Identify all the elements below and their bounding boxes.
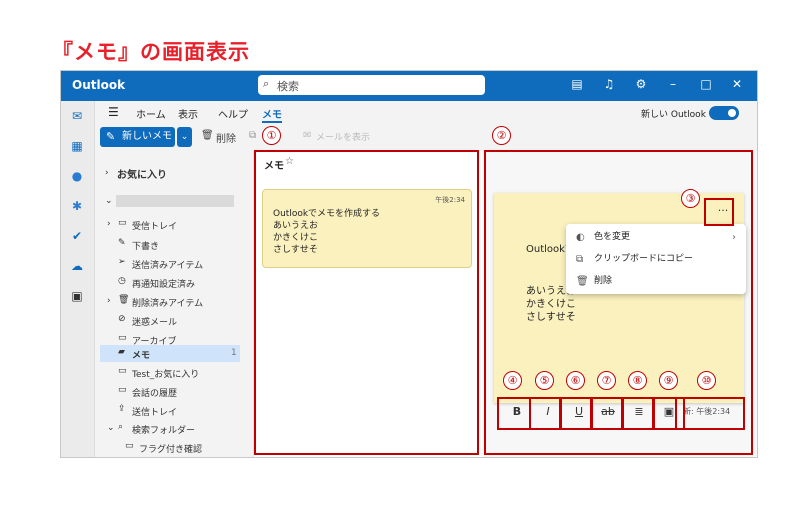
callout-6: ⑥ [566, 371, 585, 390]
folder-icon: ▭ [118, 366, 127, 376]
nav-item-junk[interactable]: 迷惑メール [132, 315, 177, 328]
onedrive-icon[interactable]: ☁ [69, 259, 85, 273]
nav-item-outbox[interactable]: 送信トレイ [132, 405, 177, 418]
archive-icon: ▭ [118, 333, 127, 343]
annotation-box-underline [560, 397, 592, 430]
flag-folder-icon: ▭ [125, 441, 134, 451]
search-icon: ⌕ [263, 77, 270, 90]
tab-notes[interactable]: メモ [262, 106, 282, 123]
people-icon[interactable]: ● [69, 169, 85, 183]
gear-icon[interactable]: ⚙ [633, 77, 649, 91]
title-bar: Outlook ⌕ 検索 ▤ ♫ ⚙ – □ ✕ [61, 71, 757, 101]
annotation-box-list [254, 150, 479, 455]
search-placeholder: 検索 [277, 80, 299, 93]
nav-item-snoozed[interactable]: 再通知設定済み [132, 277, 195, 290]
annotation-box-timestamp [675, 397, 745, 430]
favorites-chevron-icon[interactable]: › [105, 168, 109, 178]
callout-3: ③ [681, 189, 700, 208]
view-email-button: メールを表示 [316, 133, 371, 143]
nav-item-deleted[interactable]: 削除済みアイテム [132, 296, 203, 309]
nav-item-archive[interactable]: アーカイブ [132, 334, 176, 347]
account-chevron-icon[interactable]: ⌄ [105, 196, 113, 206]
search-folder-chevron-icon[interactable]: ⌄ [107, 423, 115, 433]
new-note-label: 新しいメモ [122, 131, 172, 142]
notes-count-badge: 1 [231, 348, 237, 358]
new-note-dropdown[interactable]: ⌄ [177, 127, 192, 147]
calendar-icon[interactable]: ▦ [69, 139, 85, 153]
annotation-box-bold [497, 397, 531, 430]
nav-item-drafts[interactable]: 下書き [132, 239, 159, 252]
nav-item-test-favorites[interactable]: Test_お気に入り [132, 367, 199, 380]
maximize-icon[interactable]: □ [698, 77, 714, 91]
annotation-box-strike [591, 397, 623, 430]
tab-help[interactable]: ヘルプ [218, 106, 248, 121]
apps-icon[interactable]: ▣ [69, 289, 85, 303]
callout-1: ① [262, 126, 281, 145]
callout-5: ⑤ [535, 371, 554, 390]
new-outlook-toggle[interactable] [709, 106, 739, 120]
notes-icon: ▰ [118, 347, 125, 357]
minimize-icon[interactable]: – [665, 77, 681, 91]
favorites-label[interactable]: お気に入り [117, 166, 167, 181]
trash-icon: 🗑 [118, 295, 130, 305]
new-outlook-label: 新しい Outlook [641, 110, 706, 120]
hamburger-icon[interactable]: ☰ [108, 105, 119, 119]
clock-icon: ◷ [118, 276, 126, 286]
deleted-chevron-icon[interactable]: › [107, 296, 111, 306]
tab-home[interactable]: ホーム [136, 106, 166, 121]
note-icon[interactable]: ▤ [569, 77, 585, 91]
annotation-box-more [704, 198, 734, 226]
callout-8: ⑧ [628, 371, 647, 390]
annotation-box-italic [529, 397, 561, 430]
callout-10: ⑩ [697, 371, 716, 390]
app-rail: ✉ ▦ ● ✱ ✔ ☁ ▣ [61, 101, 95, 457]
search-input[interactable]: ⌕ 検索 [258, 75, 485, 95]
page-heading: 『メモ』の画面表示 [52, 40, 250, 64]
nav-item-inbox[interactable]: 受信トレイ [132, 219, 177, 232]
callout-4: ④ [503, 371, 522, 390]
drafts-icon: ✎ [118, 238, 126, 248]
todo-icon[interactable]: ✔ [69, 229, 85, 243]
mail-outline-icon: ✉ [303, 130, 312, 141]
nav-item-conversation-history[interactable]: 会話の履歴 [132, 386, 177, 399]
callout-9: ⑨ [659, 371, 678, 390]
annotation-box-list-format [622, 397, 654, 430]
history-icon: ▭ [118, 385, 127, 395]
inbox-chevron-icon[interactable]: › [107, 219, 111, 229]
search-folder-icon: ⌕ [118, 422, 124, 432]
new-note-button[interactable]: ✎ 新しいメモ [100, 127, 175, 147]
nav-item-notes[interactable]: メモ [132, 348, 150, 361]
copy-icon[interactable]: ⧉ [249, 130, 256, 141]
sent-icon: ➢ [118, 257, 126, 267]
app-title: Outlook [72, 78, 126, 92]
nav-item-search-folders[interactable]: 検索フォルダー [132, 423, 195, 436]
callout-7: ⑦ [597, 371, 616, 390]
toggle-knob [728, 109, 736, 117]
inbox-icon: ▭ [118, 218, 127, 228]
bell-icon[interactable]: ♫ [601, 77, 617, 91]
account-name-redacted [116, 195, 234, 207]
groups-icon[interactable]: ✱ [69, 199, 85, 213]
close-icon[interactable]: ✕ [729, 77, 745, 91]
junk-icon: ⊘ [118, 314, 126, 324]
outbox-icon: ⇪ [118, 404, 126, 414]
nav-item-flagged[interactable]: フラグ付き確認 [139, 442, 202, 455]
mail-icon[interactable]: ✉ [69, 109, 85, 123]
nav-item-sent[interactable]: 送信済みアイテム [132, 258, 203, 271]
delete-icon[interactable]: 🗑 [201, 130, 214, 141]
tab-view[interactable]: 表示 [178, 106, 198, 121]
callout-2: ② [492, 126, 511, 145]
new-note-icon: ✎ [106, 130, 116, 143]
delete-button[interactable]: 削除 [216, 130, 236, 145]
